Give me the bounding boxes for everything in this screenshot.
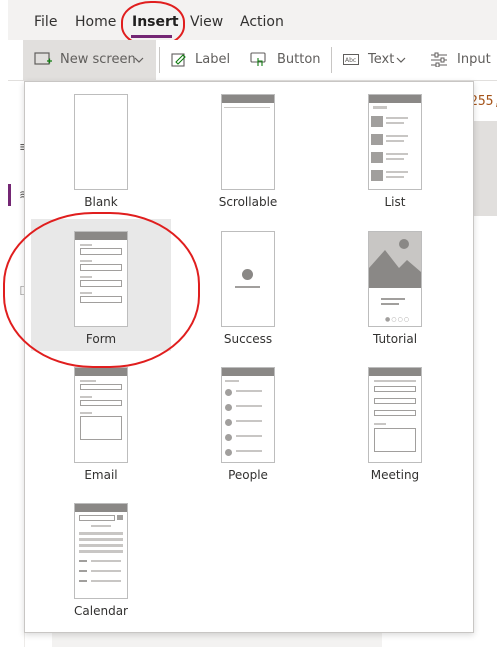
insert-text-button[interactable]: Text [368, 52, 394, 67]
template-label: Tutorial [372, 332, 418, 346]
email-thumbnail [74, 367, 128, 463]
pager-dots-icon: ●○○○ [385, 316, 410, 323]
svg-text:Abc: Abc [345, 57, 356, 64]
screen-template-people[interactable]: People [178, 355, 318, 487]
screen-template-meeting[interactable]: Meeting [325, 355, 465, 487]
ribbon-divider [331, 47, 332, 73]
chevron-down-icon [396, 57, 406, 63]
screen-template-scrollable[interactable]: Scrollable [178, 82, 318, 214]
insert-label-button[interactable]: Label [195, 52, 230, 67]
chevron-down-icon [134, 57, 144, 63]
input-sliders-icon [431, 52, 447, 67]
list-thumbnail [368, 94, 422, 190]
insert-button-button[interactable]: Button [277, 52, 321, 67]
template-label: Meeting [370, 468, 420, 482]
label-edit-icon [171, 53, 186, 67]
screen-template-calendar[interactable]: Calendar [31, 491, 171, 623]
menu-action[interactable]: Action [240, 14, 284, 30]
screen-template-email[interactable]: Email [31, 355, 171, 487]
template-label: Success [223, 332, 273, 346]
left-edge [0, 0, 8, 647]
screen-template-blank[interactable]: Blank [31, 82, 171, 214]
template-label: List [384, 195, 406, 209]
new-screen-label: New screen [60, 52, 136, 67]
menu-file[interactable]: File [34, 14, 57, 30]
screen-template-tutorial[interactable]: ●○○○ Tutorial [325, 219, 465, 351]
selected-indicator [8, 184, 11, 206]
template-label: Scrollable [218, 195, 278, 209]
annotation-circle-form [3, 212, 200, 368]
mountain-image-icon [369, 232, 421, 288]
blank-thumbnail [74, 94, 128, 190]
template-label: Calendar [74, 604, 128, 618]
check-circle-icon [242, 269, 253, 280]
text-abc-icon: Abc [343, 54, 359, 65]
ribbon-divider [159, 47, 160, 73]
people-thumbnail [221, 367, 275, 463]
screen-template-list[interactable]: List [325, 82, 465, 214]
template-label: People [228, 468, 268, 482]
meeting-thumbnail [368, 367, 422, 463]
template-label: Blank [84, 195, 118, 209]
template-label: Email [84, 468, 118, 482]
tutorial-thumbnail: ●○○○ [368, 231, 422, 327]
calendar-thumbnail [74, 503, 128, 599]
menu-home[interactable]: Home [75, 14, 116, 30]
scrollable-thumbnail [221, 94, 275, 190]
menu-view[interactable]: View [190, 14, 223, 30]
canvas-area [470, 121, 497, 216]
canvas-background [470, 216, 497, 647]
formula-text: 255, [470, 94, 497, 109]
button-pointer-icon [250, 52, 266, 66]
new-screen-icon [34, 52, 52, 65]
success-thumbnail [221, 231, 275, 327]
insert-input-button[interactable]: Input [457, 52, 491, 67]
